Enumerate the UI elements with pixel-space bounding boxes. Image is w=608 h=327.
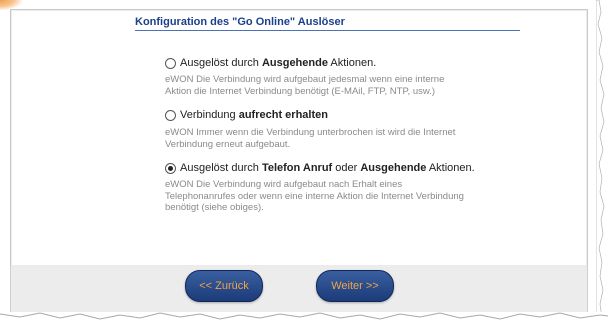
section-title: Konfiguration des "Go Online" Auslöser: [135, 16, 345, 28]
back-button[interactable]: << Zurück: [185, 270, 263, 302]
torn-edge-bottom: [0, 312, 608, 327]
option-phone-call-or-outgoing[interactable]: Ausgelöst durch Telefon Anruf oder Ausge…: [165, 162, 475, 174]
option-label: Ausgelöst durch Ausgehende Aktionen.: [180, 57, 377, 69]
option-keep-connected[interactable]: Verbindung aufrecht erhalten: [165, 109, 328, 121]
torn-edge-right: [596, 0, 605, 327]
option-label: Verbindung aufrecht erhalten: [180, 109, 328, 121]
title-divider: [135, 30, 520, 31]
navigation-bar: [10, 266, 588, 313]
radio-outgoing-actions[interactable]: [165, 57, 176, 69]
radio-phone-call-or-outgoing[interactable]: [165, 162, 176, 174]
option-description: eWON Immer wenn die Verbindung unterbroc…: [165, 127, 456, 150]
option-description: eWON Die Verbindung wird aufgebaut jedes…: [165, 74, 445, 97]
radio-keep-connected[interactable]: [165, 109, 176, 121]
option-description: eWON Die Verbindung wird aufgebaut nach …: [165, 179, 464, 213]
option-outgoing-actions[interactable]: Ausgelöst durch Ausgehende Aktionen.: [165, 57, 376, 69]
next-button[interactable]: Weiter >>: [316, 270, 394, 302]
option-label: Ausgelöst durch Telefon Anruf oder Ausge…: [180, 162, 475, 174]
